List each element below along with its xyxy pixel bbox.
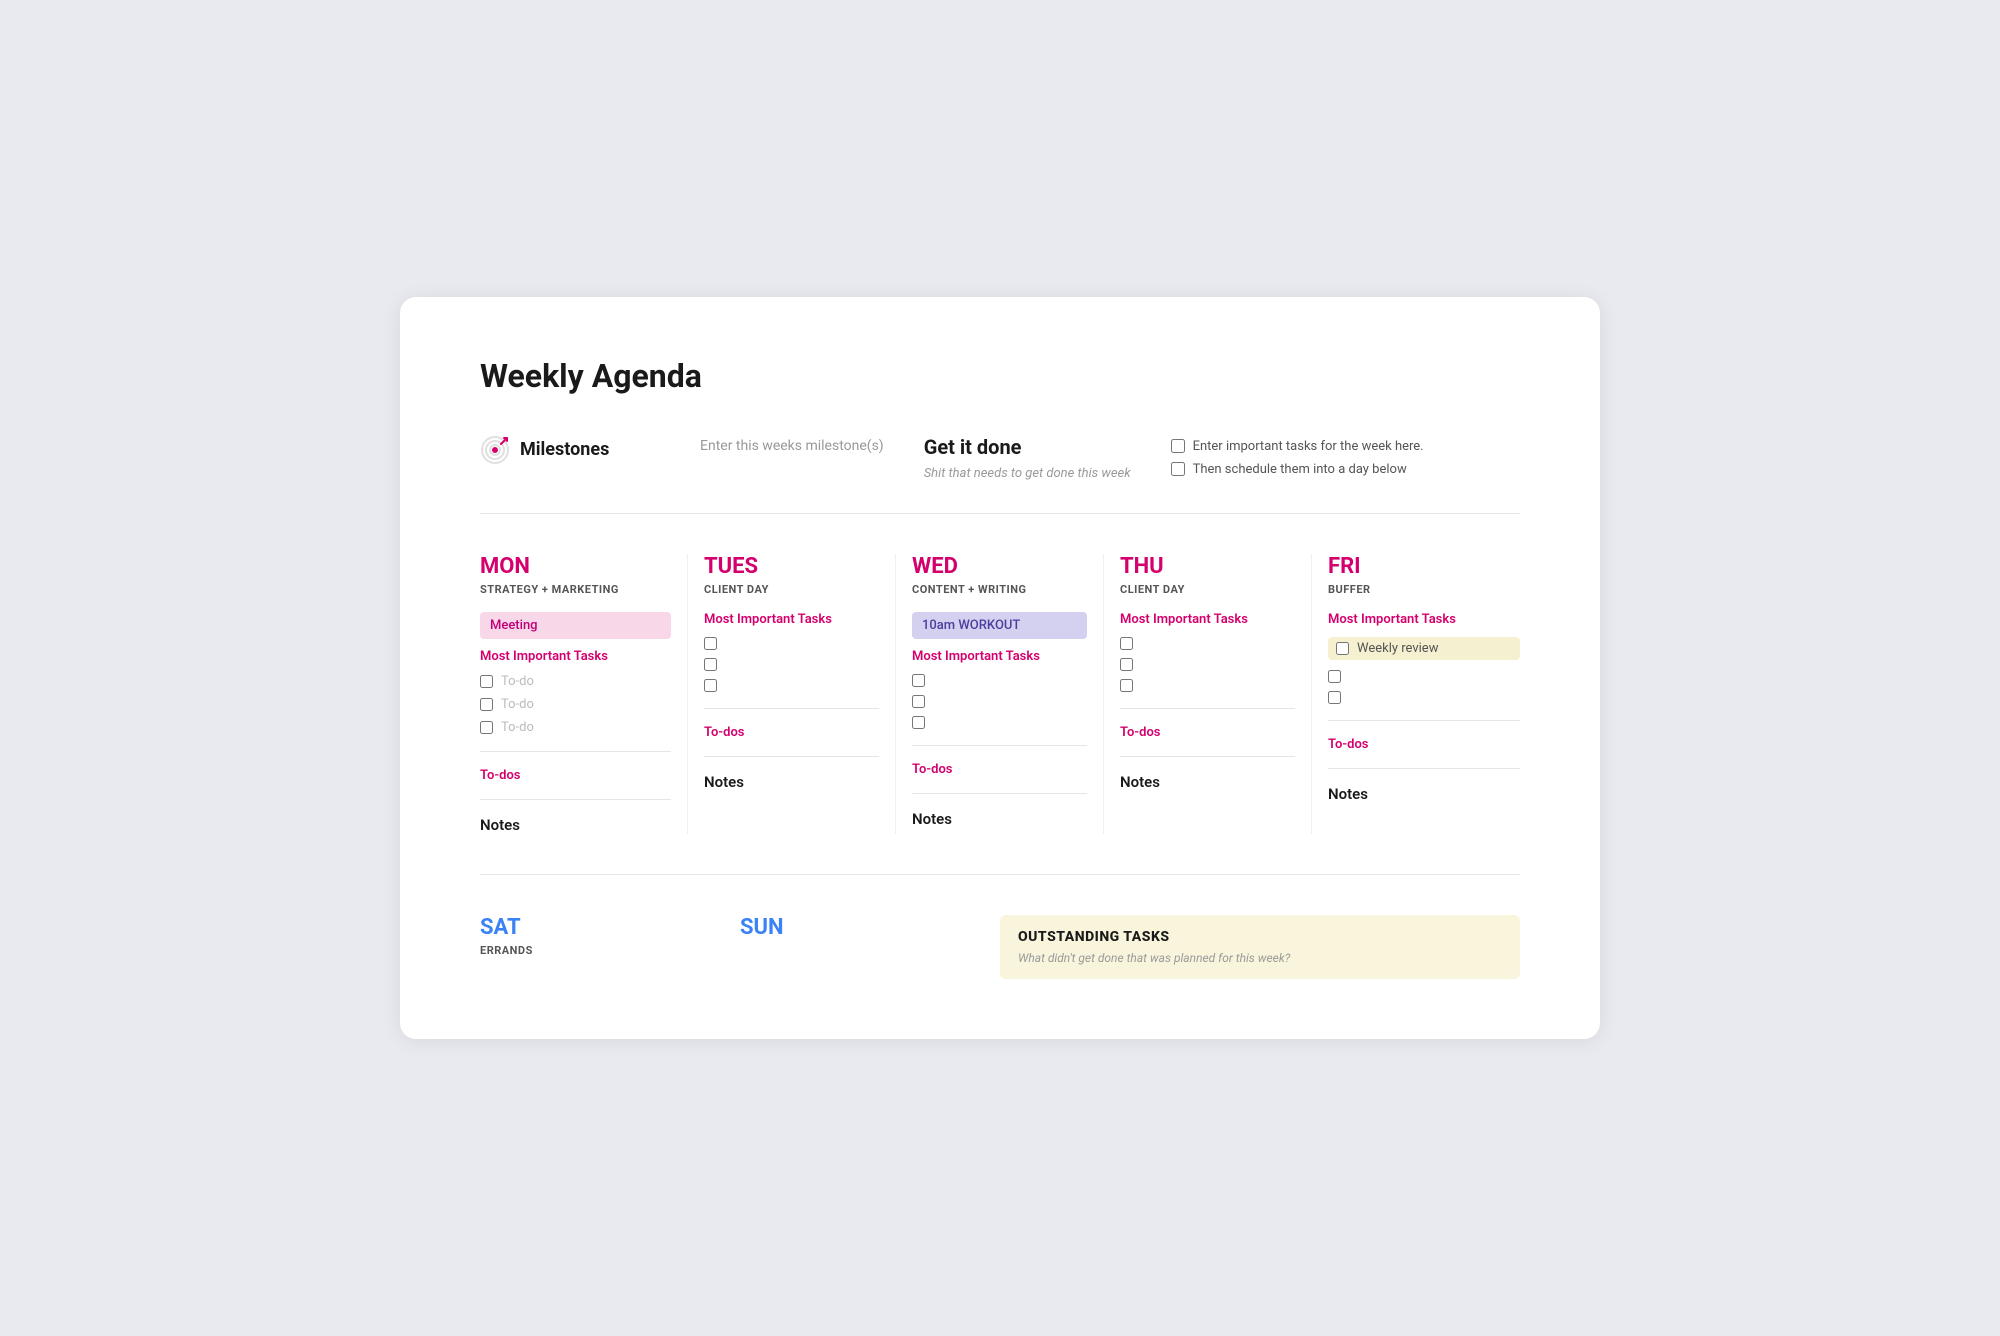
checkbox-mon-3: To-do <box>480 720 671 735</box>
day-subtitle-wed: CONTENT + WRITING <box>912 583 1087 596</box>
checkbox-input-mon-3[interactable] <box>480 721 493 734</box>
notes-label-fri: Notes <box>1328 785 1520 803</box>
mit-label-thu: Most Important Tasks <box>1120 612 1295 627</box>
get-it-done-title: Get it done <box>924 435 1131 459</box>
todos-link-fri[interactable]: To-dos <box>1328 737 1520 752</box>
checkbox-tues-2 <box>704 658 879 671</box>
checkbox-fri-2 <box>1328 691 1520 704</box>
day-name-tues: TUES <box>704 554 879 579</box>
checkbox-wed-1 <box>912 674 1087 687</box>
notes-label-wed: Notes <box>912 810 1087 828</box>
day-name-wed: WED <box>912 554 1087 579</box>
mit-label-mon: Most Important Tasks <box>480 649 671 664</box>
days-grid: MON STRATEGY + MARKETING Meeting Most Im… <box>480 554 1520 875</box>
day-name-thu: THU <box>1120 554 1295 579</box>
checkbox-input-wed-1[interactable] <box>912 674 925 687</box>
checkbox-tues-1 <box>704 637 879 650</box>
milestones-title: Milestones <box>520 439 609 460</box>
weekly-review-highlighted: Weekly review <box>1328 637 1520 660</box>
day-name-sat: SAT <box>480 915 720 940</box>
checkbox-input-tues-1[interactable] <box>704 637 717 650</box>
checkbox-input-mon-1[interactable] <box>480 675 493 688</box>
target-icon <box>480 435 510 465</box>
day-column-wed: WED CONTENT + WRITING 10am WORKOUT Most … <box>896 554 1104 834</box>
important-task-checkbox-2[interactable] <box>1171 462 1185 476</box>
checkbox-wed-2 <box>912 695 1087 708</box>
mit-label-fri: Most Important Tasks <box>1328 612 1520 627</box>
todos-link-wed[interactable]: To-dos <box>912 762 1087 777</box>
day-name-sun: SUN <box>740 915 980 940</box>
mit-label-wed: Most Important Tasks <box>912 649 1087 664</box>
day-subtitle-thu: CLIENT DAY <box>1120 583 1295 596</box>
day-name-fri: FRI <box>1328 554 1520 579</box>
checkbox-mon-1: To-do <box>480 674 671 689</box>
milestones-section: Milestones Enter this weeks milestone(s)… <box>480 435 1520 514</box>
day-subtitle-tues: CLIENT DAY <box>704 583 879 596</box>
event-workout: 10am WORKOUT <box>912 612 1087 639</box>
day-column-sun: SUN <box>740 915 1000 956</box>
checkbox-input-thu-3[interactable] <box>1120 679 1133 692</box>
day-subtitle-mon: STRATEGY + MARKETING <box>480 583 671 596</box>
notes-label-mon: Notes <box>480 816 671 834</box>
weekly-agenda-card: Weekly Agenda Milestones Enter this week… <box>400 297 1600 1039</box>
outstanding-title: OUTSTANDING TASKS <box>1018 929 1502 945</box>
todos-link-thu[interactable]: To-dos <box>1120 725 1295 740</box>
outstanding-subtitle: What didn't get done that was planned fo… <box>1018 951 1502 965</box>
checkbox-fri-1 <box>1328 670 1520 683</box>
day-subtitle-fri: BUFFER <box>1328 583 1520 596</box>
checkbox-input-fri-1[interactable] <box>1328 670 1341 683</box>
notes-label-thu: Notes <box>1120 773 1295 791</box>
important-task-2: Then schedule them into a day below <box>1171 462 1424 477</box>
day-column-mon: MON STRATEGY + MARKETING Meeting Most Im… <box>480 554 688 834</box>
important-task-checkbox-1[interactable] <box>1171 439 1185 453</box>
checkbox-thu-1 <box>1120 637 1295 650</box>
milestones-left: Milestones <box>480 435 660 465</box>
checkbox-input-fri-2[interactable] <box>1328 691 1341 704</box>
outstanding-tasks-box: OUTSTANDING TASKS What didn't get done t… <box>1000 915 1520 979</box>
day-subtitle-sat: ERRANDS <box>480 944 720 957</box>
important-task-1: Enter important tasks for the week here. <box>1171 439 1424 454</box>
checkbox-input-wed-3[interactable] <box>912 716 925 729</box>
checkbox-tues-3 <box>704 679 879 692</box>
checkbox-mon-2: To-do <box>480 697 671 712</box>
day-column-fri: FRI BUFFER Most Important Tasks Weekly r… <box>1312 554 1520 834</box>
todos-link-mon[interactable]: To-dos <box>480 768 671 783</box>
checkbox-input-tues-2[interactable] <box>704 658 717 671</box>
checkbox-input-thu-1[interactable] <box>1120 637 1133 650</box>
event-meeting: Meeting <box>480 612 671 639</box>
get-it-done-block: Get it done Shit that needs to get done … <box>924 435 1131 483</box>
day-column-tues: TUES CLIENT DAY Most Important Tasks To-… <box>688 554 896 834</box>
day-column-thu: THU CLIENT DAY Most Important Tasks To-d… <box>1104 554 1312 834</box>
checkbox-weekly-review[interactable] <box>1336 642 1349 655</box>
mit-label-tues: Most Important Tasks <box>704 612 879 627</box>
checkbox-thu-3 <box>1120 679 1295 692</box>
bottom-grid: SAT ERRANDS SUN OUTSTANDING TASKS What d… <box>480 915 1520 979</box>
checkbox-input-thu-2[interactable] <box>1120 658 1133 671</box>
get-it-done-tasks: Enter important tasks for the week here.… <box>1171 435 1424 477</box>
milestones-placeholder-text: Enter this weeks milestone(s) <box>700 435 884 454</box>
day-column-sat: SAT ERRANDS <box>480 915 740 973</box>
get-it-done-subtitle: Shit that needs to get done this week <box>924 465 1131 483</box>
checkbox-input-wed-2[interactable] <box>912 695 925 708</box>
day-name-mon: MON <box>480 554 671 579</box>
checkbox-wed-3 <box>912 716 1087 729</box>
page-title: Weekly Agenda <box>480 357 1520 395</box>
checkbox-input-mon-2[interactable] <box>480 698 493 711</box>
todos-link-tues[interactable]: To-dos <box>704 725 879 740</box>
checkbox-thu-2 <box>1120 658 1295 671</box>
checkbox-input-tues-3[interactable] <box>704 679 717 692</box>
notes-label-tues: Notes <box>704 773 879 791</box>
